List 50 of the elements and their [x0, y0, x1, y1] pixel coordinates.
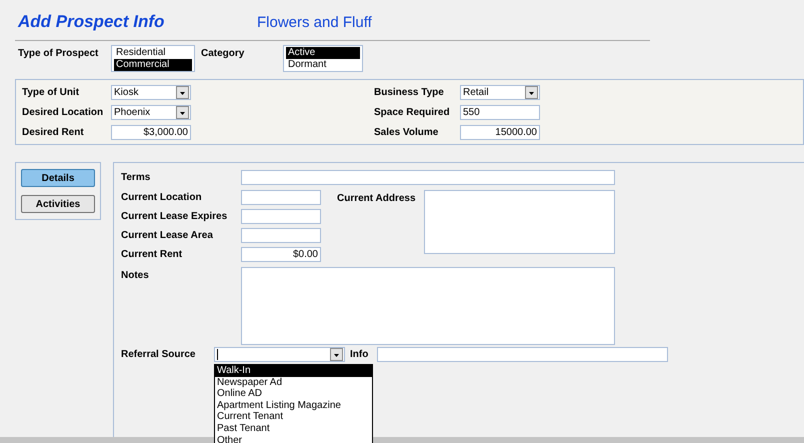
combo-box[interactable]: Kiosk	[111, 84, 191, 100]
dropdown-option[interactable]: Other	[215, 434, 372, 443]
field-label: Type of Unit	[22, 86, 80, 100]
combo-box[interactable]: Retail	[460, 84, 540, 100]
combo-box[interactable]: Phoenix	[111, 104, 191, 120]
field-label: Current Lease Area	[121, 229, 214, 243]
field-label: Category	[201, 47, 246, 61]
combo-value: Retail	[463, 86, 489, 98]
dropdown-option[interactable]: Current Tenant	[215, 411, 372, 423]
input-field[interactable]	[241, 190, 321, 205]
input-field[interactable]	[241, 170, 615, 185]
combo-value: Phoenix	[114, 106, 150, 118]
field-label: Current Location	[121, 191, 203, 205]
text-cursor	[217, 349, 218, 360]
dropdown-option[interactable]: Past Tenant	[215, 422, 372, 435]
dropdown-option[interactable]: Apartment Listing Magazine	[215, 400, 372, 412]
list-box[interactable]: Active Dormant	[283, 45, 363, 72]
field-label: Referral Source	[121, 348, 196, 362]
company-name: Flowers and Fluff	[257, 14, 372, 32]
input-field[interactable]: 550	[460, 104, 540, 120]
field-label: Type of Prospect	[18, 47, 100, 61]
input-field[interactable]	[241, 209, 321, 224]
field-label: Desired Location	[22, 106, 104, 120]
field-label: Info	[350, 348, 370, 362]
field-label: Space Required	[374, 106, 451, 120]
field-label: Current Rent	[121, 248, 184, 262]
field-label: Desired Rent	[22, 126, 85, 140]
combo-value: Kiosk	[114, 86, 138, 98]
tab-button[interactable]: Details	[21, 169, 95, 187]
input-field[interactable]: 15000.00	[460, 124, 540, 140]
field-label: Notes	[121, 269, 150, 283]
list-item[interactable]: Active	[286, 47, 360, 59]
field-label: Sales Volume	[374, 126, 440, 140]
list-box[interactable]: Residential Commercial	[111, 45, 195, 72]
field-label: Terms	[121, 171, 152, 185]
notes-field[interactable]	[241, 267, 615, 345]
tab-button[interactable]: Activities	[21, 195, 95, 213]
input-field[interactable]	[241, 228, 321, 243]
input-field[interactable]: $3,000.00	[111, 124, 191, 140]
address-field[interactable]	[424, 190, 615, 254]
field-label: Current Address	[337, 192, 417, 206]
dropdown-option[interactable]: Walk-In	[215, 365, 372, 377]
field-label: Current Lease Expires	[121, 210, 228, 224]
list-item[interactable]: Commercial	[114, 59, 192, 71]
dropdown-option[interactable]: Newspaper Ad	[215, 376, 372, 388]
window-title: Add Prospect Info	[18, 12, 166, 32]
field-label: Business Type	[374, 86, 445, 100]
dropdown-option[interactable]: Online AD	[215, 388, 372, 400]
input-field[interactable]	[377, 347, 668, 362]
input-field[interactable]: $0.00	[241, 247, 321, 262]
